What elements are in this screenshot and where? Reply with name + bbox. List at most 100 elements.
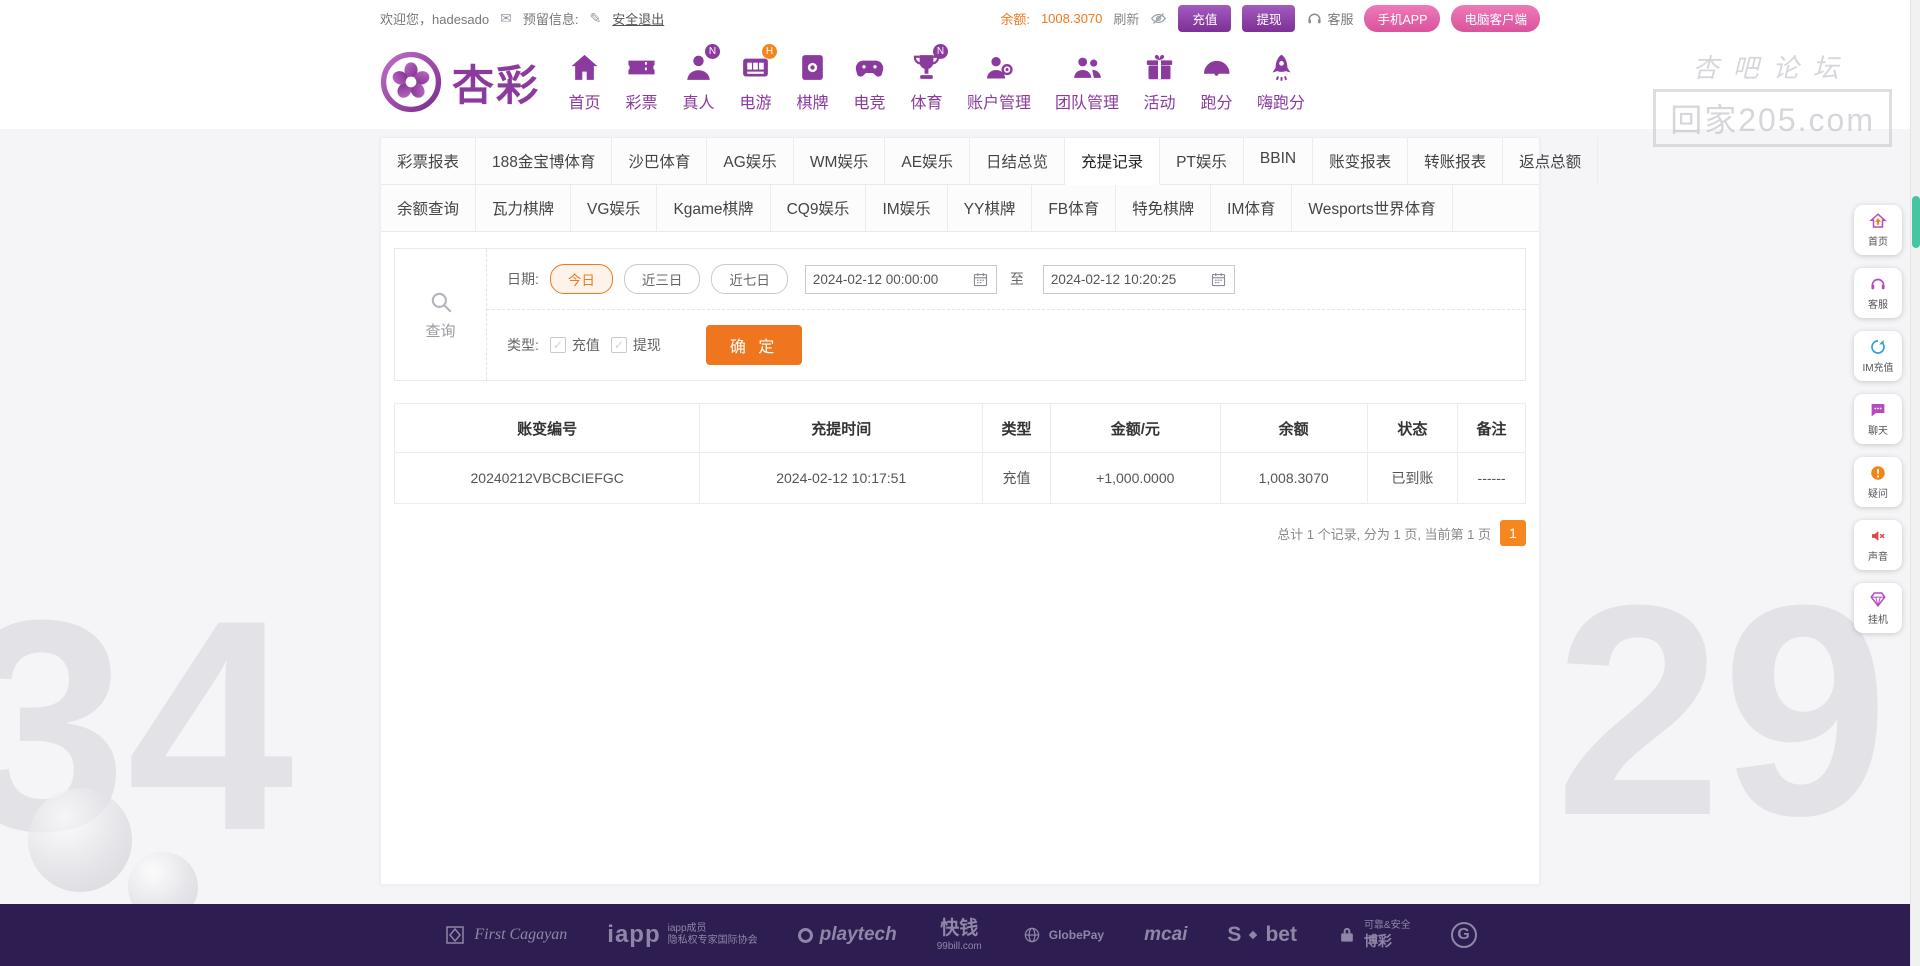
team-icon: [1071, 51, 1104, 84]
nav-item-board-games[interactable]: 棋牌: [796, 51, 829, 113]
footer-logo-text: playtech: [820, 924, 897, 946]
preset-7days-button[interactable]: 近七日: [711, 264, 788, 294]
sidebar-item-im-recharge[interactable]: IM充值: [1854, 331, 1902, 381]
footer-logo-subtext: 99bill.com: [937, 941, 982, 954]
pc-client-button[interactable]: 电脑客户端: [1451, 5, 1540, 32]
tab-item[interactable]: VG娱乐: [571, 185, 657, 231]
calendar-icon[interactable]: [972, 271, 989, 288]
footer-logo-99bill: 快钱 99bill.com: [937, 917, 982, 953]
tab-item[interactable]: IM娱乐: [866, 185, 947, 231]
page-1-button[interactable]: 1: [1500, 520, 1526, 546]
tab-item[interactable]: IM体育: [1211, 185, 1292, 231]
edit-icon[interactable]: ✎: [589, 10, 601, 27]
footer-logo-text: mcai: [1144, 924, 1187, 946]
column-header: 金额/元: [1050, 404, 1220, 453]
records-table: 账变编号 充提时间 类型 金额/元 余额 状态 备注 20240212VBCBC…: [394, 403, 1526, 504]
refresh-button[interactable]: 刷新: [1113, 9, 1139, 28]
tab-item[interactable]: AG娱乐: [707, 138, 793, 184]
query-side-label: 查询: [395, 249, 487, 380]
balance-value: 1008.3070: [1041, 11, 1102, 26]
tab-item[interactable]: YY棋牌: [948, 185, 1033, 231]
logout-link[interactable]: 安全退出: [612, 9, 664, 28]
topbar: 欢迎您，hadesado ✉ 预留信息: ✎ 安全退出 余额: 1008.307…: [0, 0, 1920, 37]
diamond-icon: [1249, 931, 1257, 939]
tab-item-active[interactable]: 充提记录: [1065, 138, 1160, 185]
confirm-button[interactable]: 确 定: [706, 325, 802, 365]
nav-item-activities[interactable]: 活动: [1143, 51, 1176, 113]
sidebar-item-label: 聊天: [1868, 422, 1888, 437]
preset-today-button[interactable]: 今日: [550, 264, 613, 294]
date-from-input[interactable]: [813, 272, 965, 287]
tab-item[interactable]: 余额查询: [381, 185, 476, 231]
tab-item[interactable]: 瓦力棋牌: [476, 185, 571, 231]
decorative-ball: [28, 788, 132, 892]
sidebar-item-label: IM充值: [1862, 359, 1893, 374]
nav-item-team-management[interactable]: 团队管理: [1055, 51, 1119, 113]
sidebar-item-label: 疑问: [1868, 485, 1888, 500]
nav-item-egames[interactable]: H 电游: [739, 51, 772, 113]
tab-item[interactable]: 彩票报表: [381, 138, 476, 184]
sidebar-item-chat[interactable]: 聊天: [1854, 394, 1902, 444]
eye-off-icon[interactable]: [1150, 10, 1167, 27]
tab-item[interactable]: FB体育: [1032, 185, 1116, 231]
tab-item[interactable]: Kgame棋牌: [657, 185, 770, 231]
chat-bubble-icon: [1869, 401, 1887, 419]
main-nav-menu: 首页 彩票 N 真人 H 电游 棋牌: [568, 51, 1305, 113]
nav-item-lottery[interactable]: 彩票: [625, 51, 658, 113]
date-to-label: 至: [1010, 269, 1024, 289]
column-header: 充提时间: [700, 404, 983, 453]
tab-item[interactable]: 188金宝博体育: [476, 138, 612, 184]
nav-item-sports[interactable]: N 体育: [910, 51, 943, 113]
scrollbar-track[interactable]: [1910, 0, 1920, 966]
tab-item[interactable]: 日结总览: [970, 138, 1065, 184]
footer: First Cagayan iapp iapp成员 隐私权专家国际协会 play…: [0, 904, 1920, 966]
balance-label: 余额:: [1000, 9, 1030, 28]
nav-item-account-management[interactable]: 账户管理: [967, 51, 1031, 113]
nav-item-paofen[interactable]: 跑分: [1200, 51, 1233, 113]
sidebar-item-label: 声音: [1868, 548, 1888, 563]
withdraw-button[interactable]: 提现: [1242, 5, 1295, 32]
sidebar-item-service[interactable]: 客服: [1854, 268, 1902, 318]
nav-item-home[interactable]: 首页: [568, 51, 601, 113]
brand-logo[interactable]: 杏彩: [380, 51, 540, 113]
sidebar-item-home[interactable]: 首页: [1854, 205, 1902, 255]
globe-icon: [1022, 925, 1042, 945]
preset-3days-button[interactable]: 近三日: [624, 264, 701, 294]
message-envelope-icon[interactable]: ✉: [500, 10, 512, 27]
tab-item[interactable]: 账变报表: [1313, 138, 1408, 184]
nav-item-hi-paofen[interactable]: 嗨跑分: [1257, 51, 1305, 113]
sidebar-item-idle[interactable]: 挂机: [1854, 583, 1902, 633]
tab-item[interactable]: Wesports世界体育: [1292, 185, 1452, 231]
customer-service-label: 客服: [1327, 9, 1353, 28]
alert-circle-icon: [1869, 464, 1887, 482]
tab-item[interactable]: 返点总额: [1503, 138, 1598, 184]
customer-service-link[interactable]: 客服: [1306, 9, 1353, 28]
nav-item-label: 电游: [740, 89, 772, 113]
tab-item[interactable]: 转账报表: [1408, 138, 1503, 184]
sidebar-item-sound[interactable]: 声音: [1854, 520, 1902, 570]
nav-item-esports[interactable]: 电竞: [853, 51, 886, 113]
tab-item[interactable]: AE娱乐: [885, 138, 970, 184]
tab-item[interactable]: 特免棋牌: [1116, 185, 1211, 231]
headset-icon: [1306, 10, 1323, 27]
search-icon: [428, 289, 454, 315]
nav-item-live[interactable]: N 真人: [682, 51, 715, 113]
scrollbar-thumb[interactable]: [1912, 196, 1920, 248]
tab-item[interactable]: CQ9娱乐: [771, 185, 867, 231]
deposit-button[interactable]: 充值: [1178, 5, 1231, 32]
tab-item[interactable]: 沙巴体育: [612, 138, 707, 184]
footer-logo-text: iapp: [607, 921, 660, 949]
tab-item[interactable]: WM娱乐: [794, 138, 886, 184]
withdraw-checkbox[interactable]: [611, 337, 627, 353]
footer-logo-gaming-curacao: G: [1451, 922, 1477, 948]
tab-item[interactable]: BBIN: [1244, 138, 1313, 184]
sidebar-item-question[interactable]: 疑问: [1854, 457, 1902, 507]
calendar-icon[interactable]: [1210, 271, 1227, 288]
date-to-input[interactable]: [1051, 272, 1203, 287]
withdraw-checkbox-label: 提现: [633, 335, 661, 355]
footer-logo-subtext: iapp成员: [668, 923, 758, 936]
footer-logo-iapp: iapp iapp成员 隐私权专家国际协会: [607, 921, 757, 949]
tab-item[interactable]: PT娱乐: [1160, 138, 1244, 184]
deposit-checkbox[interactable]: [550, 337, 566, 353]
mobile-app-button[interactable]: 手机APP: [1364, 5, 1440, 32]
